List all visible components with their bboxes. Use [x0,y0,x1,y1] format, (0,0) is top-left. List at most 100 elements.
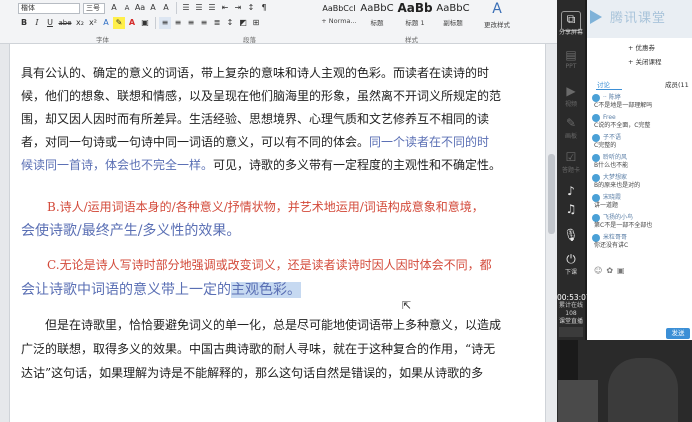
option-c-line1: C.无论是诗人写诗时部分地强调或改变词义，还是读者读诗时因人因时体会不同，都 [47,258,492,272]
chat-toolbar: ☺✿▣ [594,266,629,275]
style-subtitle[interactable]: AaBbC 副标题 [434,0,472,30]
underline-button[interactable]: U [44,17,56,29]
vertical-scrollbar[interactable] [545,44,557,422]
style-heading-1[interactable]: AaBb 标题 1 [396,0,434,30]
multilevel-list-icon[interactable]: ☰ [206,2,218,14]
tab-members[interactable]: 成员(11 [665,79,689,89]
coupon-menu-item[interactable]: + 优惠券 [628,42,655,52]
justify-icon[interactable]: ≡ [198,17,210,29]
music-button[interactable]: ♫ [557,202,585,217]
flower-icon[interactable]: ✿ [606,266,617,275]
option-c-line2: 会让诗歌中词语的意义带上一定的主观色彩。 [21,279,301,302]
chat-text: C说的不全面，C完整 [594,122,651,129]
timer-label: 累计在线 [558,302,583,309]
tab-discussion[interactable]: 讨论 [597,79,610,89]
board-button[interactable]: ✎ 画板 [557,116,585,140]
group-label-paragraph: 段落 [243,36,256,44]
text-line: 围，却又因人因时而有所差异。生活经验、思想境界、心理气质和文艺修养互不相同的读 [21,112,490,126]
chat-user: 聆听的风 [592,154,690,162]
music-icon: ♫ [565,202,577,216]
font-name-combo[interactable]: 楷体 [18,2,80,14]
char-shading-icon[interactable]: ▣ [139,17,151,29]
italic-button[interactable]: I [31,17,43,29]
text-line: 达诂”这句话，如果理解为诗是不能解释的，那么这句话自然是错误的，如果从诗歌的多 [21,366,484,380]
volume-icon: ♪ [567,184,575,198]
divider [176,2,177,14]
avatar [592,234,600,242]
emoji-icon[interactable]: ☺ [594,266,606,275]
sort-icon[interactable]: ↕ [245,2,257,14]
bold-button[interactable]: B [18,17,30,29]
selected-text[interactable]: 主观色彩。 [231,282,301,298]
chat-user: 大梦想家 [592,174,690,182]
numbering-icon[interactable]: ☰ [193,2,205,14]
change-style-label: 更改样式 [484,21,510,29]
grow-font-button[interactable]: A [108,2,120,14]
change-style-button[interactable]: A 更改样式 [477,0,517,30]
chat-text: C完整的 [594,142,617,149]
style-name: 标题 [370,19,384,27]
shading-icon[interactable]: ◩ [237,17,249,29]
timer-extra: 课堂直播 [558,318,583,325]
subscript-button[interactable]: x₂ [74,17,86,29]
chat-user: Free [592,114,690,122]
video-icon: ▶ [566,84,576,98]
distributed-icon[interactable]: ≣ [211,17,223,29]
superscript-button[interactable]: x² [87,17,99,29]
increase-indent-icon[interactable]: ⇥ [232,2,244,14]
share-screen-button[interactable]: ⧉ 分享屏幕 [557,12,585,36]
side-label: 分享屏幕 [558,29,583,36]
phonetic-guide-button[interactable]: A [160,2,172,14]
borders-icon[interactable]: ⊞ [250,17,262,29]
style-title[interactable]: AaBbC 标题 [358,0,396,30]
highlight-icon[interactable]: ✎ [113,17,125,29]
bullets-icon[interactable]: ☰ [180,2,192,14]
quiz-button[interactable]: ☑ 答题卡 [557,150,585,174]
align-left-icon[interactable]: ≡ [159,17,171,29]
video-figure [608,358,678,422]
share-screen-icon: ⧉ [566,12,576,26]
avatar [592,154,600,162]
end-class-button[interactable]: ⏻ 下课 [557,252,585,276]
strikethrough-button[interactable]: abe [57,17,73,29]
mic-button[interactable]: 🎙 [557,228,585,243]
image-icon[interactable]: ▣ [617,266,629,275]
line-spacing-icon[interactable]: ↕ [224,17,236,29]
style-name: 副标题 [443,19,463,27]
scrollbar-thumb[interactable] [548,154,555,234]
text-line: 候读同一首诗，体会也不完全一样。可见，诗歌的多义带有一定程度的主观性和不确定性。 [21,154,501,177]
send-button[interactable]: 发送 [666,328,690,339]
avatar [592,194,600,202]
text-line: 具有公认的、确定的意义的词语，带上复杂的意味和诗人主观的色彩。而读者在读诗的时 [21,66,490,80]
align-center-icon[interactable]: ≡ [172,17,184,29]
chat-message: 米粒哥哥 你还没有讲C [592,234,690,250]
video-button[interactable]: ▶ 视频 [557,84,585,108]
ppt-button[interactable]: ▤ PPT [557,48,585,70]
chat-user: 子不语 [592,134,690,142]
font-color-button[interactable]: A [126,17,138,29]
show-marks-icon[interactable]: ¶ [258,2,270,14]
change-style-icon: A [492,1,502,17]
ppt-icon: ▤ [565,48,577,62]
board-icon: ✎ [565,116,577,130]
chat-message: 大梦想家 B的原来也是对的 [592,174,690,190]
chat-username: 大梦想家 [603,174,628,181]
chat-text: B什么也不能 [594,162,629,169]
style-normal[interactable]: AaBbCcI + Norma... [320,0,358,30]
close-course-menu-item[interactable]: + 关闭课程 [628,56,662,66]
change-case-button[interactable]: Aa [134,2,146,14]
shrink-font-button[interactable]: A [121,2,133,14]
document-page[interactable]: 具有公认的、确定的意义的词语，带上复杂的意味和诗人主观的色彩。而读者在读诗的时 … [11,44,545,422]
chat-message: 宋晓霞 讲一道题 [592,194,690,210]
decrease-indent-icon[interactable]: ⇤ [219,2,231,14]
text-effects-button[interactable]: A [100,17,112,29]
clear-format-button[interactable]: A [147,2,159,14]
align-right-icon[interactable]: ≡ [185,17,197,29]
chat-text: C不是地是一部理解吗 [594,102,653,109]
text-run: 可见，诗歌的多义带有一定程度的主观性和不确定性。 [213,158,502,172]
chat-username: 宋晓霞 [603,194,622,201]
side-label: 画板 [564,133,577,140]
font-size-combo[interactable]: 三号 [83,2,105,14]
group-label-font: 字体 [96,36,109,44]
volume-button[interactable]: ♪ [557,184,585,199]
